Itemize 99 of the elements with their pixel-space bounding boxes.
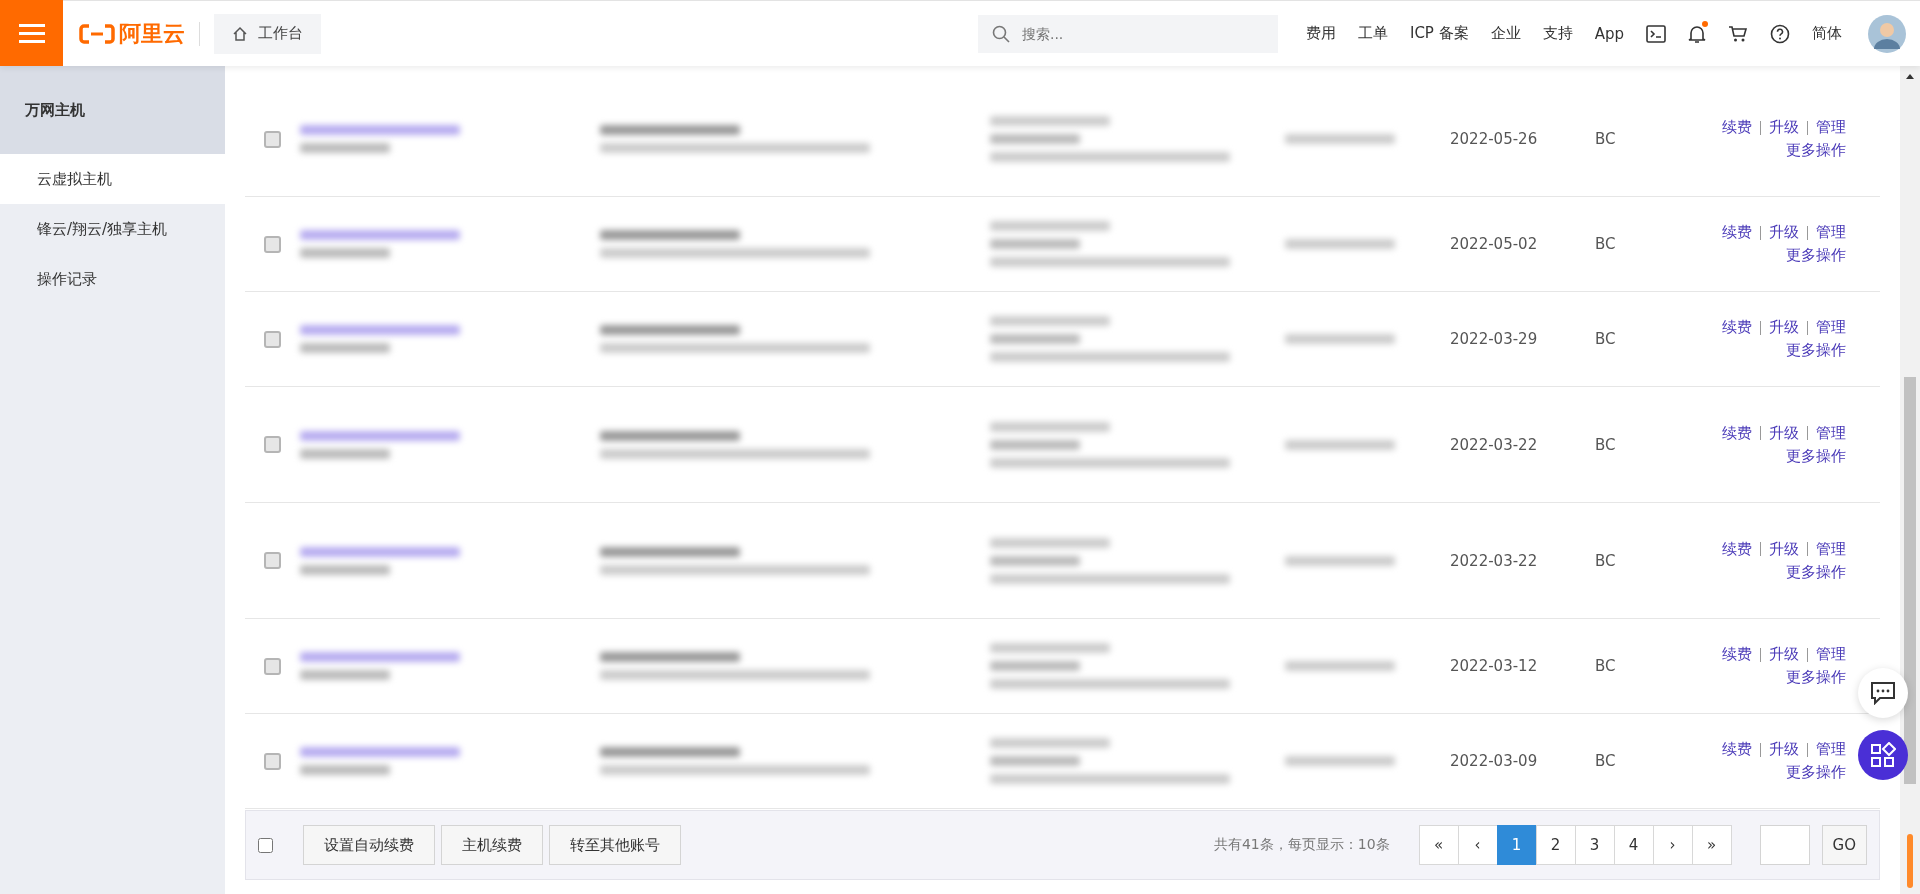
notification-button[interactable] — [1688, 23, 1706, 44]
more-actions-link[interactable]: 更多操作 — [1786, 246, 1846, 265]
more-actions-link[interactable]: 更多操作 — [1786, 141, 1846, 160]
table-cell-text: 2022-05-02 — [1450, 235, 1539, 253]
menu-icon — [18, 23, 45, 43]
action-link[interactable]: 管理 — [1816, 318, 1846, 337]
chat-button[interactable] — [1858, 668, 1908, 718]
search-icon — [991, 24, 1010, 43]
scrollbar[interactable] — [1900, 66, 1920, 894]
action-link[interactable]: 管理 — [1816, 423, 1846, 443]
action-link[interactable]: 管理 — [1816, 740, 1846, 759]
terminal-button[interactable] — [1646, 24, 1666, 43]
action-link[interactable]: 升级 — [1769, 645, 1799, 664]
page-button[interactable]: 1 — [1496, 825, 1537, 865]
table-cell-text: BC — [1595, 435, 1617, 454]
table-cell-text: 2022-03-09 — [1450, 752, 1539, 770]
sidebar-title: 万网主机 — [0, 66, 225, 154]
bulk-action-button[interactable]: 设置自动续费 — [303, 825, 435, 865]
select-all-checkbox[interactable] — [258, 837, 273, 853]
search-field[interactable]: 搜索... — [977, 14, 1278, 53]
bulk-action-button[interactable]: 转至其他账号 — [549, 825, 681, 865]
row-checkbox[interactable] — [264, 130, 281, 148]
sidebar-item[interactable]: 操作记录 — [0, 254, 225, 304]
table-cell-text: BC — [1595, 235, 1617, 253]
bell-icon — [1688, 23, 1706, 44]
logo-icon — [79, 23, 115, 44]
row-checkbox[interactable] — [264, 552, 281, 569]
more-actions-link[interactable]: 更多操作 — [1786, 446, 1846, 466]
page-button[interactable]: › — [1652, 825, 1693, 865]
action-link[interactable]: 升级 — [1769, 539, 1799, 559]
page-button[interactable]: 2 — [1535, 825, 1576, 865]
action-link[interactable]: 续费 — [1722, 539, 1752, 559]
sidebar-item[interactable]: 锋云/翔云/独享主机 — [0, 204, 225, 254]
nav-link[interactable]: App — [1594, 24, 1624, 43]
scroll-up-icon[interactable] — [1905, 72, 1915, 80]
cart-icon — [1728, 24, 1748, 43]
row-checkbox[interactable] — [264, 436, 281, 453]
action-link[interactable]: 管理 — [1816, 118, 1846, 137]
page-button[interactable]: ‹ — [1457, 825, 1498, 865]
nav-link[interactable]: 企业 — [1490, 24, 1521, 43]
nav-link[interactable]: 支持 — [1542, 24, 1573, 43]
action-link[interactable]: 升级 — [1769, 740, 1799, 759]
row-checkbox[interactable] — [264, 330, 281, 348]
chat-icon — [1870, 681, 1896, 705]
table-cell-text: BC — [1595, 130, 1617, 148]
nav-link[interactable]: 简体 — [1812, 24, 1842, 43]
table-cell-text: 2022-03-12 — [1450, 657, 1539, 675]
table-cell-text: 2022-03-29 — [1450, 330, 1539, 348]
scrollbar-thumb[interactable] — [1904, 377, 1916, 784]
page-number-field[interactable] — [1759, 825, 1810, 865]
action-link[interactable]: 续费 — [1722, 423, 1752, 443]
bulk-action-button[interactable]: 主机续费 — [441, 825, 543, 865]
progress-marker — [1907, 834, 1913, 888]
action-link[interactable]: 续费 — [1722, 740, 1752, 759]
page-button[interactable]: 4 — [1613, 825, 1654, 865]
action-link[interactable]: 升级 — [1769, 223, 1799, 242]
action-link[interactable]: 升级 — [1769, 118, 1799, 137]
go-button[interactable]: GO — [1821, 825, 1867, 865]
table-cell-text: BC — [1595, 752, 1617, 770]
table-cell-text: BC — [1595, 551, 1617, 570]
table-cell-text: 2022-03-22 — [1450, 435, 1539, 454]
page-button[interactable]: « — [1418, 825, 1459, 865]
action-link[interactable]: 管理 — [1816, 645, 1846, 664]
row-checkbox[interactable] — [264, 235, 281, 253]
home-icon — [232, 25, 248, 42]
action-link[interactable]: 续费 — [1722, 223, 1752, 242]
terminal-icon — [1646, 24, 1666, 43]
menu-button[interactable] — [0, 0, 63, 66]
nav-link[interactable]: 工单 — [1357, 24, 1388, 43]
more-actions-link[interactable]: 更多操作 — [1786, 562, 1846, 582]
action-link[interactable]: 续费 — [1722, 318, 1752, 337]
table-cell-text: BC — [1595, 330, 1617, 348]
action-link[interactable]: 管理 — [1816, 223, 1846, 242]
action-link[interactable]: 管理 — [1816, 539, 1846, 559]
page-button[interactable]: 3 — [1574, 825, 1615, 865]
row-checkbox[interactable] — [264, 657, 281, 675]
more-actions-link[interactable]: 更多操作 — [1786, 341, 1846, 360]
table-cell-text: 2022-05-26 — [1450, 130, 1539, 148]
table-cell-text: BC — [1595, 657, 1617, 675]
row-checkbox[interactable] — [264, 752, 281, 770]
sidebar-item[interactable]: 云虚拟主机 — [0, 154, 225, 204]
more-actions-link[interactable]: 更多操作 — [1786, 668, 1846, 687]
action-link[interactable]: 续费 — [1722, 118, 1752, 137]
apps-icon — [1870, 742, 1896, 768]
action-link[interactable]: 升级 — [1769, 318, 1799, 337]
table-cell-text: 2022-03-22 — [1450, 551, 1539, 570]
action-link[interactable]: 续费 — [1722, 645, 1752, 664]
apps-button[interactable] — [1858, 730, 1908, 780]
avatar-icon[interactable] — [1868, 14, 1906, 53]
help-button[interactable] — [1770, 23, 1790, 44]
more-actions-link[interactable]: 更多操作 — [1786, 763, 1846, 782]
pagination-summary: 共有41条，每页显示：10条 — [1213, 836, 1390, 854]
nav-link[interactable]: 费用 — [1305, 24, 1336, 43]
cart-button[interactable] — [1728, 24, 1748, 43]
workbench-button[interactable]: 工作台 — [214, 13, 321, 54]
nav-link[interactable]: ICP 备案 — [1409, 24, 1469, 43]
page-button[interactable]: » — [1691, 825, 1732, 865]
action-link[interactable]: 升级 — [1769, 423, 1799, 443]
help-icon — [1770, 23, 1790, 44]
